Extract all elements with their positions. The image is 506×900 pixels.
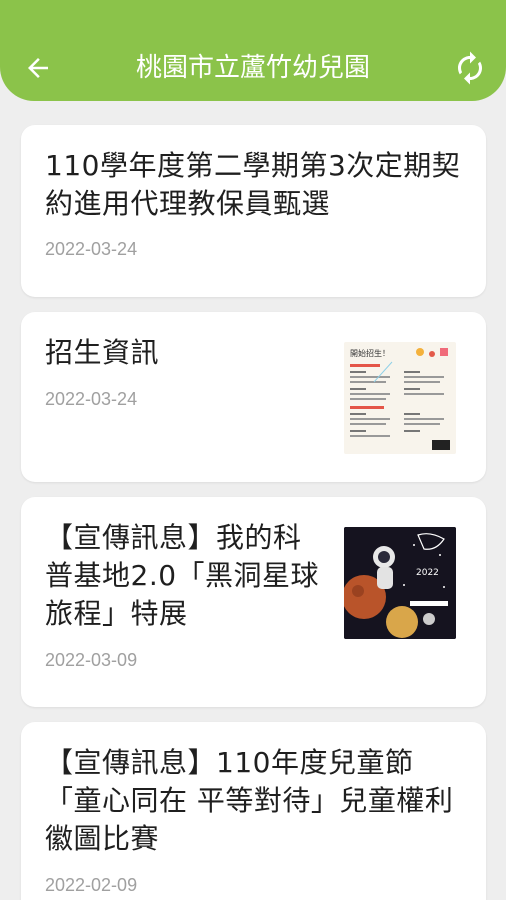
post-date: 2022-03-09 [45, 650, 138, 670]
post-title: 110學年度第二學期第3次定期契約進用代理教保員甄選 [45, 149, 461, 220]
arrow-left-icon [28, 58, 48, 78]
astronaut-space-poster-image: 2022 [344, 527, 456, 639]
list-item[interactable]: 110學年度第二學期第3次定期契約進用代理教保員甄選 2022-03-24 [21, 125, 486, 297]
post-title: 招生資訊 [45, 336, 160, 369]
post-date: 2022-03-24 [45, 239, 138, 259]
post-title: 【宣傳訊息】我的科普基地2.0「黑洞星球旅程」特展 [45, 521, 320, 630]
poster-year: 2022 [416, 568, 439, 578]
back-button[interactable] [18, 48, 58, 88]
list-item[interactable]: 招生資訊 2022-03-24 開始招生！ [21, 312, 486, 482]
app-bar: 桃園市立蘆竹幼兒園 [0, 0, 506, 101]
page-title: 桃園市立蘆竹幼兒園 [135, 53, 370, 83]
post-date: 2022-02-09 [45, 875, 138, 895]
flyer-heading: 開始招生！ [350, 348, 390, 358]
list-item[interactable]: 【宣傳訊息】110年度兒童節「童心同在 平等對待」兒童權利徽圖比賽 2022-0… [21, 722, 486, 900]
list-item[interactable]: 【宣傳訊息】我的科普基地2.0「黑洞星球旅程」特展 2022-03-09 202… [21, 497, 486, 707]
post-date: 2022-03-24 [45, 389, 138, 409]
refresh-icon [458, 51, 482, 85]
admission-flyer-image: 開始招生！ [344, 342, 456, 454]
post-title: 【宣傳訊息】110年度兒童節「童心同在 平等對待」兒童權利徽圖比賽 [45, 746, 454, 855]
refresh-button[interactable] [450, 48, 490, 88]
